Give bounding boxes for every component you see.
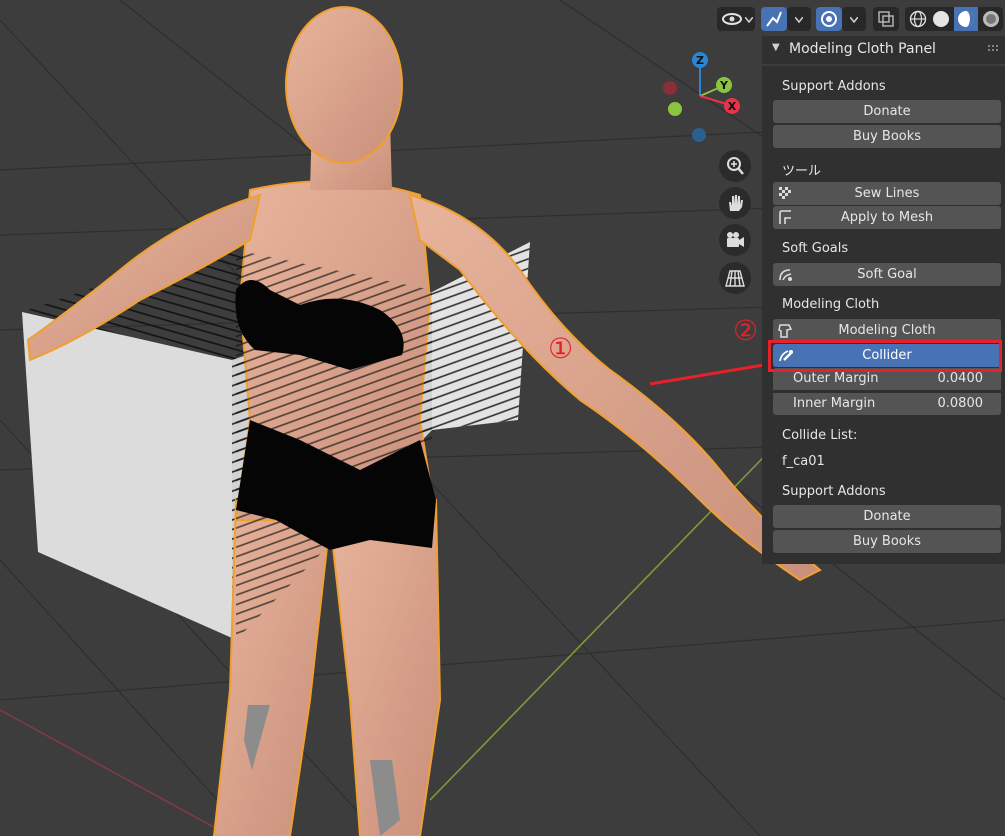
tools-heading: ツール	[782, 164, 822, 179]
gizmo-dropdown[interactable]	[787, 7, 811, 31]
soft-goals-heading: Soft Goals	[782, 241, 849, 256]
overlay-dropdown[interactable]	[842, 7, 866, 31]
annotation-arrow	[649, 362, 771, 386]
modeling-cloth-label: Modeling Cloth	[838, 323, 936, 338]
chevron-down-icon	[850, 17, 858, 23]
xray-icon	[878, 11, 894, 27]
support-addons-heading: Support Addons	[782, 79, 886, 94]
pan-button[interactable]	[719, 187, 751, 219]
collide-list-heading: Collide List:	[782, 428, 858, 443]
rendered-shading-icon[interactable]	[982, 10, 1000, 28]
gizmo-z-label: Z	[696, 54, 704, 67]
eye-icon	[722, 13, 742, 25]
panel-header-modeling-cloth[interactable]: ▼ Modeling Cloth Panel	[762, 36, 1005, 64]
gizmo-toggle-button[interactable]	[761, 7, 787, 31]
overlay-icon	[821, 11, 837, 27]
inner-margin-value: 0.0800	[937, 396, 984, 411]
gizmo-y-label: Y	[719, 79, 729, 92]
inner-margin-field[interactable]: Inner Margin 0.0800	[773, 393, 1001, 415]
chevron-down-icon	[795, 17, 803, 23]
modeling-cloth-button[interactable]: Modeling Cloth	[773, 319, 1001, 342]
apply-mesh-icon	[779, 210, 791, 224]
material-shading-icon[interactable]	[957, 10, 975, 28]
soft-goal-icon	[779, 269, 792, 281]
y-axis-line	[429, 429, 791, 801]
hand-pan-icon	[729, 195, 743, 211]
shading-mode-group[interactable]	[905, 7, 1003, 31]
gizmo-neg-z[interactable]	[692, 128, 706, 142]
solid-shading-icon[interactable]	[932, 10, 950, 28]
zoom-icon	[727, 157, 744, 175]
sew-lines-button[interactable]: Sew Lines	[773, 182, 1001, 205]
cloth-icon	[778, 324, 793, 338]
overlay-toggle-button[interactable]	[816, 7, 842, 31]
support-addons-heading-2: Support Addons	[782, 484, 886, 499]
modeling-cloth-heading: Modeling Cloth	[782, 297, 880, 312]
gizmo-icon	[766, 11, 782, 27]
donate-button-2[interactable]: Donate	[773, 505, 1001, 528]
perspective-toggle-button[interactable]	[719, 262, 751, 294]
inner-margin-label: Inner Margin	[793, 396, 876, 411]
donate-button[interactable]: Donate	[773, 100, 1001, 123]
grid-perspective-icon	[725, 270, 745, 287]
camera-view-button[interactable]	[719, 224, 751, 256]
collider-highlight-box	[768, 340, 1002, 372]
zoom-button[interactable]	[719, 150, 751, 182]
annotation-step-one: ①	[548, 332, 574, 365]
chevron-down-icon	[745, 17, 753, 23]
sew-lines-label: Sew Lines	[854, 186, 920, 201]
gizmo-neg-y[interactable]	[668, 102, 682, 116]
camera-icon	[727, 232, 744, 247]
buy-books-button[interactable]: Buy Books	[773, 125, 1001, 148]
apply-to-mesh-label: Apply to Mesh	[840, 210, 934, 225]
x-axis-line	[0, 709, 231, 836]
navigation-gizmo[interactable]: Z Y X	[660, 48, 750, 148]
gizmo-x-label: X	[728, 100, 737, 113]
collide-list-item: f_ca01	[782, 454, 825, 469]
drag-handle-icon[interactable]	[987, 44, 999, 52]
collapse-triangle-icon[interactable]: ▼	[772, 42, 780, 53]
soft-goal-label: Soft Goal	[857, 267, 917, 282]
xray-toggle-button[interactable]	[873, 7, 899, 31]
buy-books-button-2[interactable]: Buy Books	[773, 530, 1001, 553]
gizmo-neg-x[interactable]	[663, 81, 677, 95]
annotation-step-two: ②	[733, 314, 759, 347]
panel-title: Modeling Cloth Panel	[789, 41, 936, 57]
apply-to-mesh-button[interactable]: Apply to Mesh	[773, 206, 1001, 229]
sew-lines-icon	[779, 187, 791, 199]
wireframe-shading-icon[interactable]	[909, 10, 927, 28]
soft-goal-button[interactable]: Soft Goal	[773, 263, 1001, 286]
visibility-dropdown[interactable]	[717, 7, 755, 31]
